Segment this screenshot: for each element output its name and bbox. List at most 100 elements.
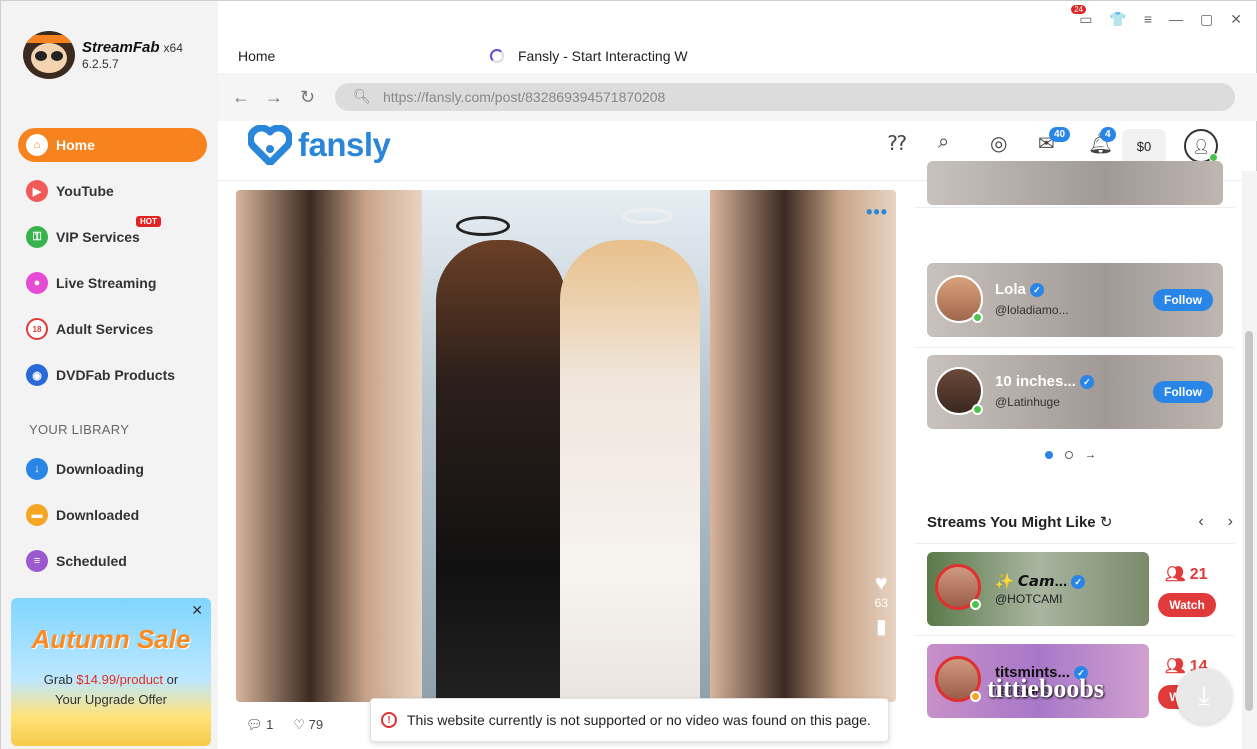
comment-button[interactable]: 💬︎ 1 [246, 717, 273, 733]
suggestion-handle: @loladiamo... [995, 303, 1069, 317]
maximize-icon[interactable]: ▢ [1200, 11, 1213, 28]
library-nav: ↓ Downloading ▬ Downloaded ≡ Scheduled [18, 452, 207, 590]
shirt-icon[interactable]: 👕 [1109, 11, 1126, 28]
like-button[interactable]: ♡ 79 [293, 717, 323, 733]
sidebar-item-downloaded[interactable]: ▬ Downloaded [18, 498, 207, 532]
post-blur-left [236, 190, 422, 702]
search-icon[interactable]: ⌕ [938, 131, 949, 154]
profile-avatar[interactable]: 👤︎ [1184, 129, 1218, 163]
sidebar-item-vip-services[interactable]: ⚿ VIP Services HOT [18, 216, 207, 254]
scrollbar-thumb[interactable] [1245, 331, 1253, 711]
error-icon: ! [381, 712, 397, 728]
sidebar-item-scheduled[interactable]: ≡ Scheduled [18, 544, 207, 578]
sidebar-item-downloading[interactable]: ↓ Downloading [18, 452, 207, 486]
loading-spinner-icon [490, 49, 504, 63]
avatar [935, 656, 981, 702]
comment-icon: 💬︎ [246, 717, 263, 732]
chevron-right-icon[interactable]: › [1228, 513, 1233, 531]
user-icon: 👤︎ [1192, 137, 1210, 154]
users-icon: 👥︎ [1165, 658, 1186, 675]
viewer-count: 👥︎ 21 [1165, 566, 1208, 583]
no-18-icon: 18 [26, 318, 48, 340]
stream-card[interactable]: ✨ 𝘾𝙖𝙢... ✓ @HOTCAMI [927, 552, 1149, 626]
stream-name: ✨ 𝘾𝙖𝙢... ✓ [995, 572, 1086, 590]
sidebar-item-live-streaming[interactable]: ● Live Streaming [18, 266, 207, 300]
fansly-logo[interactable]: fansly [247, 124, 391, 167]
stream-card[interactable]: titsmints... ✓ @titsmints tittieboobs [927, 644, 1149, 718]
back-icon[interactable]: ← [232, 87, 250, 108]
hot-badge: HOT [136, 216, 161, 227]
suggestion-card[interactable]: Lola ✓ @loladiamo... Follow [927, 263, 1223, 337]
more-options-icon[interactable]: ••• [866, 202, 888, 223]
sidebar-item-youtube[interactable]: ▶ YouTube [18, 174, 207, 208]
download-icon: ↓ [26, 458, 48, 480]
sidebar-item-adult-services[interactable]: 18 Adult Services [18, 312, 207, 346]
tab-fansly[interactable]: Fansly - Start Interacting W [478, 39, 721, 73]
post-actions: 💬︎ 1 ♡ 79 [246, 717, 323, 733]
forward-icon[interactable]: → [265, 87, 283, 108]
post-blur-right [710, 190, 896, 702]
dvdfab-icon: ◉ [26, 364, 48, 386]
arrow-right-icon[interactable]: → [1085, 449, 1096, 461]
refresh-icon[interactable]: ↻ [1100, 514, 1113, 531]
reload-icon[interactable]: ↻ [300, 87, 315, 108]
toast-message: This website currently is not supported … [407, 712, 871, 728]
post-media[interactable]: ••• ♥ 63 ▮ [236, 190, 896, 702]
url-text: https://fansly.com/post/8328693945718702… [383, 89, 666, 105]
sidebar-item-dvdfab-products[interactable]: ◉ DVDFab Products [18, 358, 207, 392]
watch-button[interactable]: Watch [1158, 593, 1216, 617]
figure-right [560, 240, 700, 702]
chevron-left-icon[interactable]: ‹ [1198, 513, 1203, 531]
avatar [935, 367, 983, 415]
suggestion-card-partial[interactable] [927, 161, 1223, 205]
folder-icon: ▬ [26, 504, 48, 526]
stream-handle: @HOTCAMI [995, 592, 1063, 606]
web-content: fansly ⁇ ⌕ ◎ ✉ 40 🔔︎ 4 $0 👤︎ ••• ♥ 63 ▮ … [218, 121, 1242, 749]
autumn-sale-banner[interactable]: ✕ Autumn Sale Grab $14.99/product or You… [11, 598, 211, 746]
figure-left [436, 240, 566, 702]
fansly-logo-text: fansly [298, 126, 391, 163]
page-scrollbar[interactable] [1242, 171, 1257, 749]
sidebar-item-label: Downloading [56, 461, 144, 477]
globe-icon[interactable]: ◎ [990, 131, 1007, 156]
close-window-icon[interactable]: ✕ [1230, 11, 1242, 28]
youtube-icon: ▶ [26, 180, 48, 202]
page-dot[interactable] [1065, 451, 1073, 459]
app-version: 6.2.5.7 [82, 57, 119, 72]
sidebar: StreamFab x64 6.2.5.7 ⌂ Home ▶ YouTube ⚿ … [1, 1, 218, 749]
sidebar-item-label: DVDFab Products [56, 367, 176, 383]
inbox-badge: 24 [1071, 5, 1087, 14]
bookmark-icon[interactable]: ▮ [875, 614, 888, 639]
help-chat-icon[interactable]: ⁇ [888, 131, 906, 156]
suggestion-pager: → [1045, 449, 1096, 461]
post-like-counter[interactable]: ♥ 63 ▮ [875, 570, 888, 639]
wallet-balance[interactable]: $0 [1122, 129, 1166, 163]
sidebar-item-label: Home [56, 137, 95, 153]
sidebar-item-home[interactable]: ⌂ Home [18, 128, 207, 162]
messages-badge: 40 [1049, 127, 1071, 142]
notification-inbox-icon[interactable]: ▭ 24 [1071, 5, 1092, 28]
close-icon[interactable]: ✕ [191, 602, 203, 619]
stream-overlay-text: tittieboobs [987, 674, 1104, 703]
follow-button[interactable]: Follow [1153, 381, 1213, 403]
browser-toolbar: ← → ↻ 🔍︎ https://fansly.com/post/8328693… [218, 73, 1257, 121]
window-controls: ▭ 24 👕 ≡ — ▢ ✕ [1071, 5, 1242, 28]
home-icon: ⌂ [26, 134, 48, 156]
suggestion-card[interactable]: 10 inches... ✓ @Latinhuge Follow [927, 355, 1223, 429]
sloth-logo-icon [23, 31, 75, 79]
menu-icon[interactable]: ≡ [1144, 11, 1152, 28]
minimize-icon[interactable]: — [1169, 11, 1183, 28]
app-window: StreamFab x64 6.2.5.7 ⌂ Home ▶ YouTube ⚿ … [0, 0, 1257, 749]
promo-title: Autumn Sale [31, 624, 191, 654]
download-fab[interactable]: ⤓ [1176, 668, 1232, 724]
tab-home[interactable]: Home [238, 39, 275, 73]
sidebar-item-label: Live Streaming [56, 275, 157, 291]
streams-header: Streams You Might Like ↻ ‹ › [927, 513, 1233, 531]
page-dot-active[interactable] [1045, 451, 1053, 459]
follow-button[interactable]: Follow [1153, 289, 1213, 311]
post-photo [422, 190, 710, 702]
halo-icon [622, 208, 672, 224]
url-bar[interactable]: 🔍︎ https://fansly.com/post/8328693945718… [335, 83, 1235, 111]
sidebar-item-label: Scheduled [56, 553, 127, 569]
main-nav: ⌂ Home ▶ YouTube ⚿ VIP Services HOT ● Li… [18, 128, 207, 404]
